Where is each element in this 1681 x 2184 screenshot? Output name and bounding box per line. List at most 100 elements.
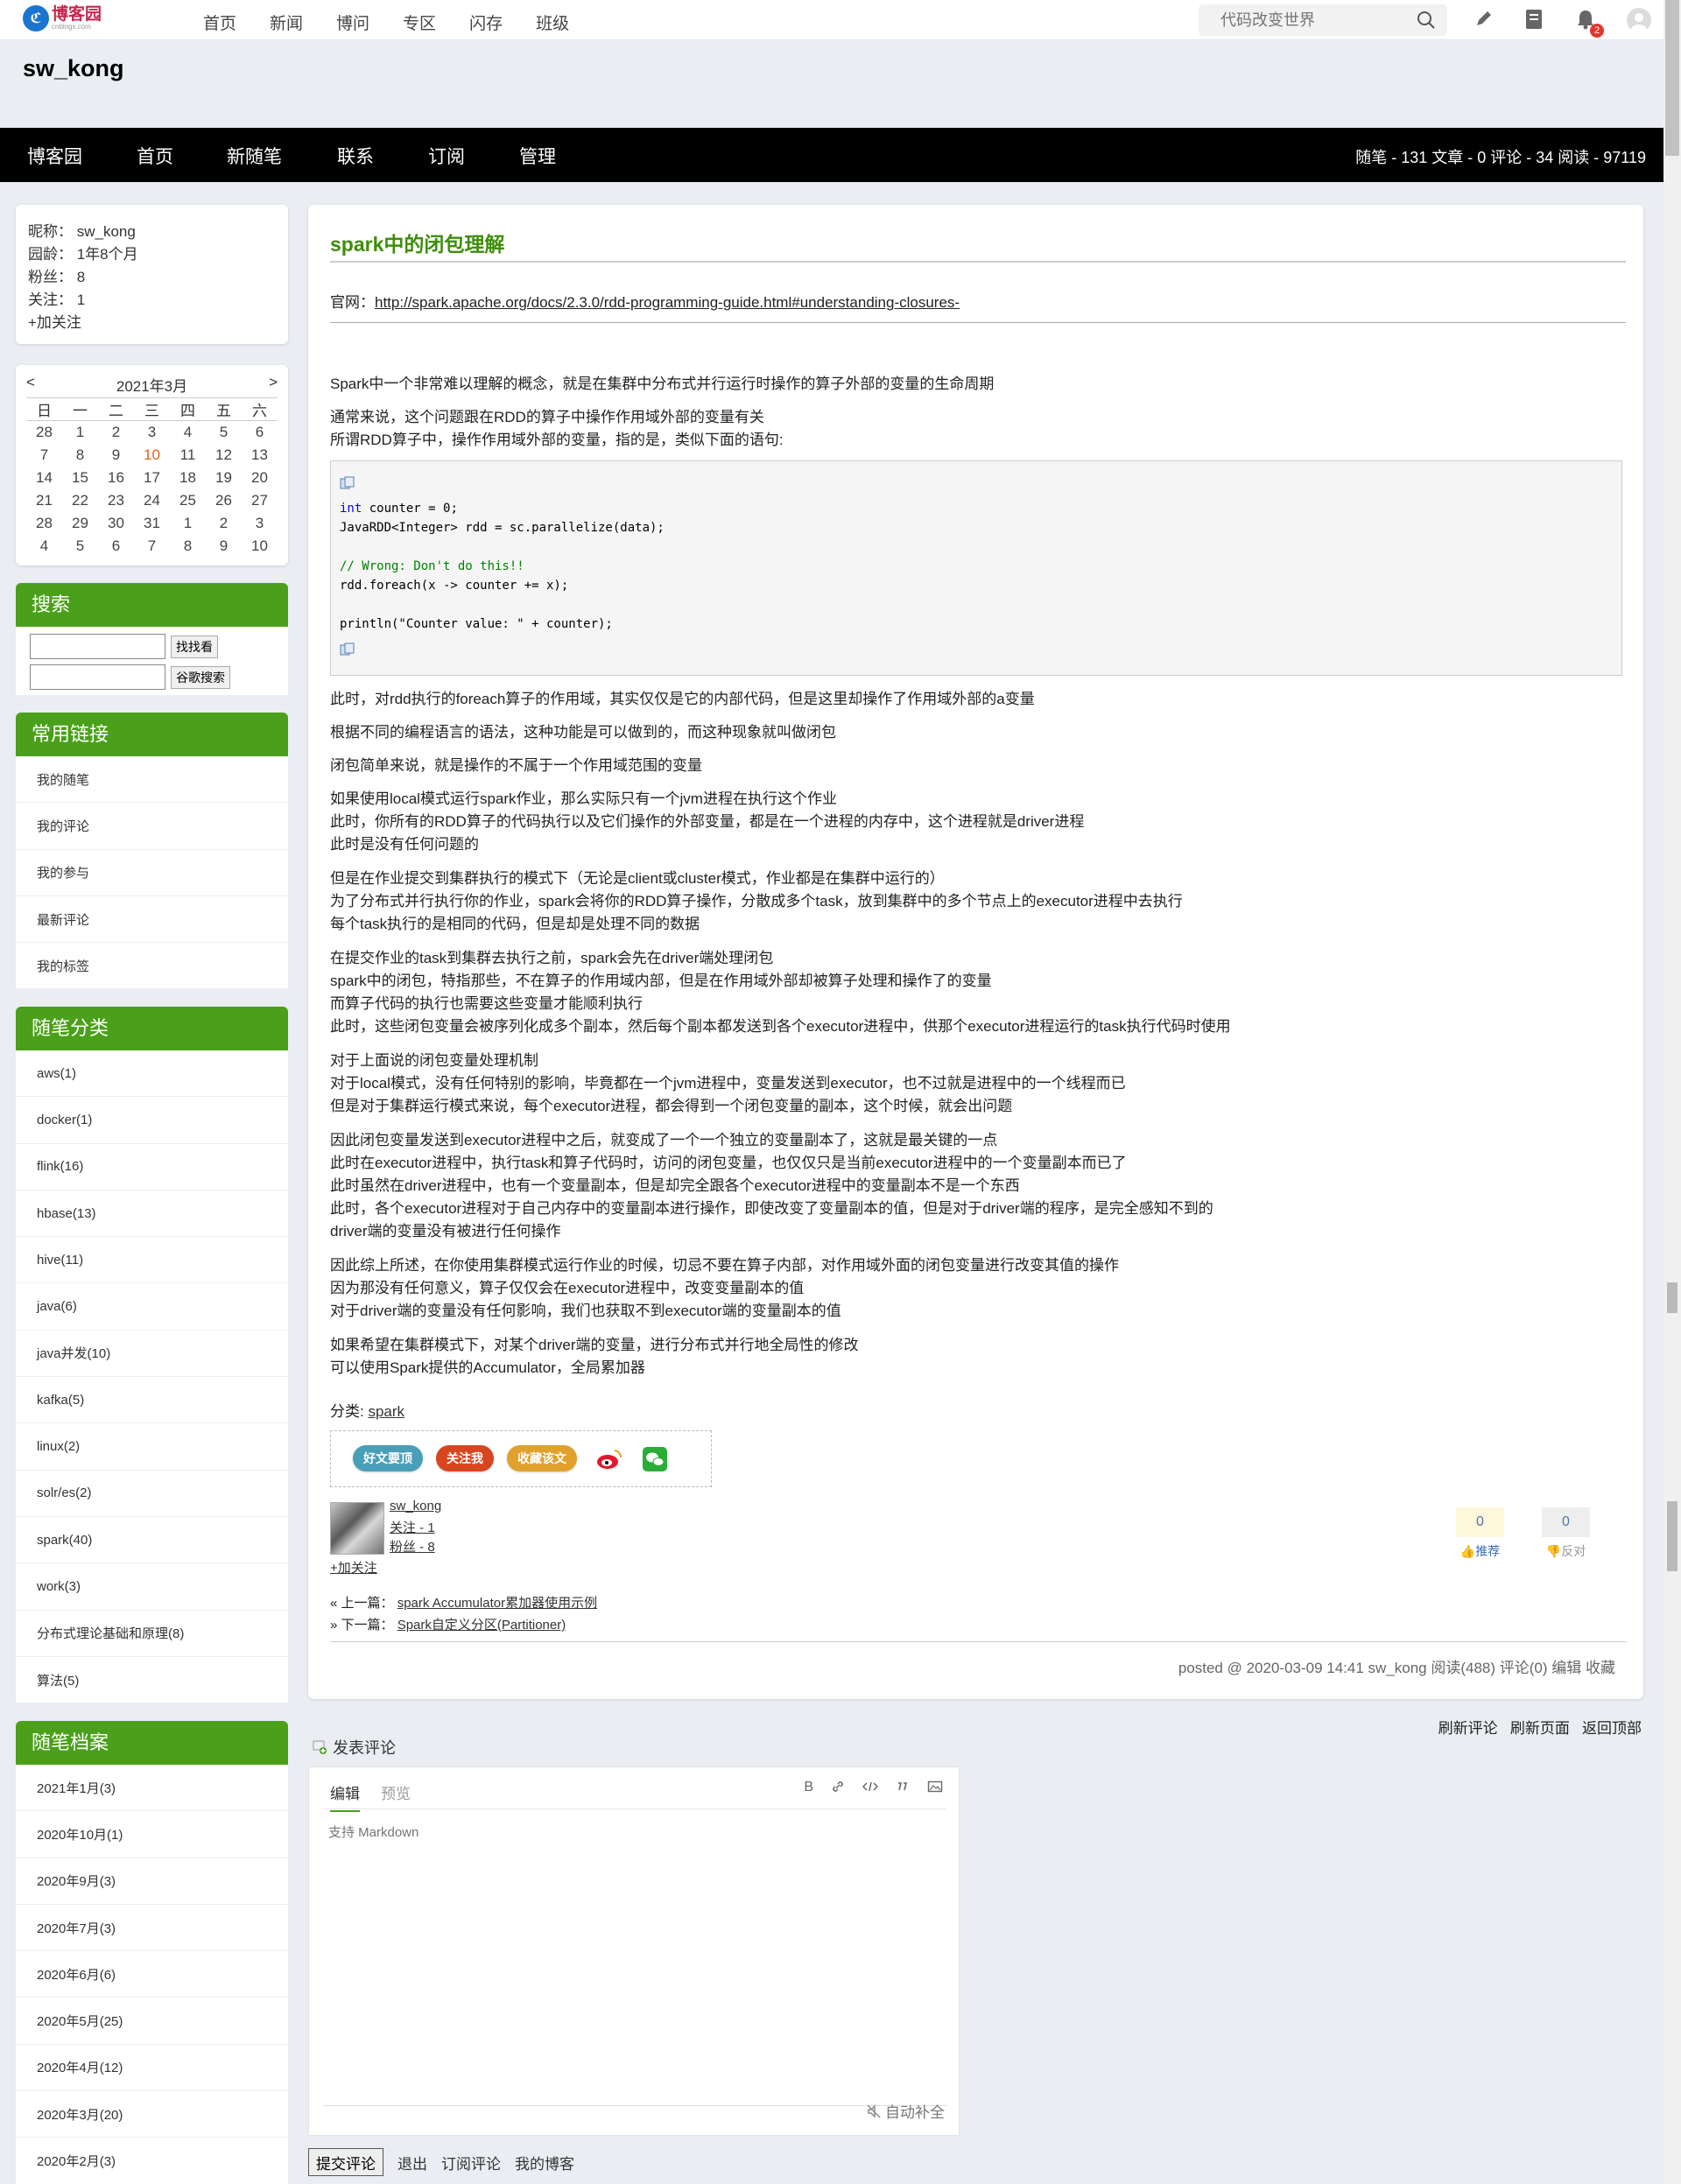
category-item[interactable]: spark(40)	[16, 1517, 288, 1564]
sidebar-search-button[interactable]: 找找看	[171, 635, 218, 658]
logout-link[interactable]: 退出	[397, 2152, 427, 2173]
article-icon[interactable]	[1524, 8, 1544, 31]
sidebar-link-my-posts[interactable]: 我的随笔	[16, 756, 288, 804]
category-item[interactable]: solr/es(2)	[16, 1471, 288, 1517]
calendar-prev[interactable]: <	[26, 374, 35, 396]
category-item[interactable]: aws(1)	[16, 1050, 288, 1098]
archive-item[interactable]: 2020年10月(1)	[16, 1811, 288, 1858]
category-item[interactable]: flink(16)	[16, 1144, 288, 1190]
calendar-day: 29	[72, 514, 88, 531]
copy-code-icon[interactable]	[340, 643, 355, 657]
bookmark-button[interactable]: 收藏该文	[507, 1445, 577, 1471]
prev-post-link[interactable]: spark Accumulator累加器使用示例	[397, 1596, 597, 1611]
blog-nav-home[interactable]: 首页	[137, 143, 173, 169]
user-avatar[interactable]	[1627, 8, 1651, 32]
blog-nav-contact[interactable]: 联系	[337, 143, 374, 169]
blog-nav-subscribe[interactable]: 订阅	[428, 143, 465, 169]
site-nav-ing[interactable]: 闪存	[469, 11, 503, 34]
blog-nav-new-post[interactable]: 新随笔	[227, 143, 282, 169]
paragraph: 所谓RDD算子中，操作作用域外部的变量，指的是，类似下面的语句:	[330, 432, 784, 448]
site-nav-home[interactable]: 首页	[203, 11, 236, 34]
category-link[interactable]: spark	[368, 1403, 404, 1420]
category-item[interactable]: linux(2)	[16, 1423, 288, 1471]
official-link[interactable]: http://spark.apache.org/docs/2.3.0/rdd-p…	[375, 294, 960, 311]
author-follow-link[interactable]: 关注 - 1	[390, 1518, 435, 1536]
prev-post: « 上一篇： spark Accumulator累加器使用示例	[330, 1593, 597, 1612]
archive-item[interactable]: 2020年6月(6)	[16, 1951, 288, 1998]
bold-icon[interactable]: B	[804, 1780, 813, 1795]
calendar-day: 24	[144, 491, 160, 509]
sidebar-search-input[interactable]	[30, 634, 165, 659]
category-item[interactable]: kafka(5)	[16, 1377, 288, 1424]
cnblogs-logo[interactable]: ℭ 博客园 cnblogs.com	[23, 5, 102, 32]
subscribe-comments-link[interactable]: 订阅评论	[441, 2152, 501, 2173]
post-title[interactable]: spark中的闭包理解	[330, 228, 504, 257]
bury-label: 👎反对	[1542, 1542, 1590, 1560]
author-add-follow[interactable]: +加关注	[330, 1558, 377, 1577]
my-blog-link[interactable]: 我的博客	[515, 2152, 574, 2173]
follow-me-button[interactable]: 关注我	[436, 1445, 494, 1471]
author-avatar[interactable]	[330, 1502, 384, 1555]
sidebar-link-my-comments[interactable]: 我的评论	[16, 803, 288, 850]
archive-item[interactable]: 2021年1月(3)	[16, 1765, 288, 1812]
bury-box[interactable]: 0 👎反对	[1542, 1507, 1590, 1564]
digg-box[interactable]: 0 👍推荐	[1456, 1507, 1504, 1564]
wechat-icon[interactable]	[642, 1446, 668, 1472]
refresh-page-link[interactable]: 刷新页面	[1510, 1720, 1570, 1737]
sidebar-link-my-tags[interactable]: 我的标签	[16, 943, 288, 990]
code-icon[interactable]	[862, 1780, 878, 1794]
search-icon[interactable]	[1416, 10, 1437, 31]
author-name-link[interactable]: sw_kong	[390, 1499, 441, 1513]
category-item[interactable]: docker(1)	[16, 1097, 288, 1144]
category-item[interactable]: java(6)	[16, 1283, 288, 1331]
blog-stats: 随笔 - 131 文章 - 0 评论 - 34 阅读 - 97119	[1355, 149, 1646, 166]
archive-item[interactable]: 2020年9月(3)	[16, 1858, 288, 1905]
archive-item[interactable]: 2020年3月(20)	[16, 2091, 288, 2138]
author-fans-link[interactable]: 粉丝 - 8	[390, 1537, 435, 1555]
category-item[interactable]: hbase(13)	[16, 1190, 288, 1238]
image-icon[interactable]	[927, 1780, 943, 1794]
category-item[interactable]: work(3)	[16, 1563, 288, 1611]
site-nav-qa[interactable]: 博问	[336, 11, 369, 34]
scrollbar-thumb[interactable]	[1665, 0, 1679, 156]
tab-preview[interactable]: 预览	[381, 1781, 411, 1812]
edit-pen-icon[interactable]	[1474, 8, 1495, 29]
category-item[interactable]: 算法(5)	[16, 1657, 288, 1704]
blog-nav-cnblogs[interactable]: 博客园	[27, 143, 82, 169]
category-item[interactable]: java并发(10)	[16, 1331, 288, 1378]
site-search-input[interactable]	[1199, 4, 1400, 36]
site-nav-class[interactable]: 班级	[536, 11, 569, 34]
blog-title[interactable]: sw_kong	[23, 55, 124, 82]
refresh-comments-link[interactable]: 刷新评论	[1438, 1720, 1498, 1737]
user-avatar-icon	[1631, 13, 1647, 32]
sidebar-link-my-participation[interactable]: 我的参与	[16, 850, 288, 896]
comment-textarea[interactable]	[323, 1817, 946, 2106]
weibo-icon[interactable]	[595, 1447, 623, 1471]
page-scrollbar[interactable]	[1663, 0, 1681, 2184]
copy-code-icon[interactable]	[340, 476, 355, 490]
profile-add-follow[interactable]: +加关注	[28, 312, 276, 334]
autocomplete-toggle[interactable]: 自动补全	[866, 2100, 945, 2122]
site-nav-zone[interactable]: 专区	[403, 11, 436, 34]
category-item[interactable]: hive(11)	[16, 1237, 288, 1284]
blog-nav-manage[interactable]: 管理	[519, 143, 556, 169]
archive-item[interactable]: 2020年2月(3)	[16, 2138, 288, 2184]
next-post-link[interactable]: Spark自定义分区(Partitioner)	[397, 1618, 566, 1633]
tab-edit[interactable]: 编辑	[330, 1781, 360, 1812]
link-icon[interactable]	[831, 1780, 845, 1794]
quote-icon[interactable]	[896, 1780, 910, 1794]
archive-item[interactable]: 2020年7月(3)	[16, 1905, 288, 1952]
digg-share-button[interactable]: 好文要顶	[353, 1445, 423, 1471]
sidebar-google-button[interactable]: 谷歌搜索	[171, 665, 230, 689]
back-to-top-link[interactable]: 返回顶部	[1582, 1720, 1642, 1737]
archive-item[interactable]: 2020年5月(25)	[16, 1998, 288, 2045]
paragraph: 但是对于集群运行模式来说，每个executor进程，都会得到一个闭包变量的副本，…	[330, 1098, 1013, 1114]
archive-item[interactable]: 2020年4月(12)	[16, 2045, 288, 2092]
calendar-weekday: 六	[242, 397, 278, 421]
calendar-next[interactable]: >	[269, 374, 278, 396]
submit-comment-button[interactable]: 提交评论	[308, 2148, 383, 2176]
sidebar-link-latest-comments[interactable]: 最新评论	[16, 896, 288, 944]
sidebar-google-input[interactable]	[30, 664, 165, 690]
category-item[interactable]: 分布式理论基础和原理(8)	[16, 1611, 288, 1657]
site-nav-news[interactable]: 新闻	[270, 11, 303, 34]
